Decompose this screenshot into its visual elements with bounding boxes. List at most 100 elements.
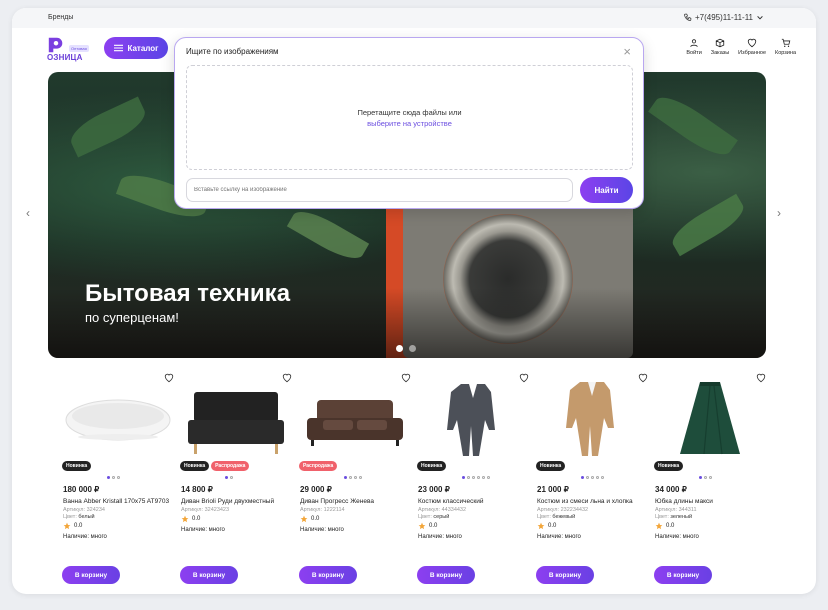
image-dot[interactable] [581,476,584,479]
find-button[interactable]: Найти [580,177,633,203]
logo-word: ОЗНИЦА [47,53,83,62]
image-dot[interactable] [704,476,707,479]
product-availability: Наличие: много [300,527,344,533]
product-card[interactable]: Новинка 180 000 ₽ Ванна Abber Kristall 1… [62,368,174,594]
product-image-pager [581,476,604,479]
image-dot[interactable] [699,476,702,479]
image-dot[interactable] [462,476,465,479]
product-card[interactable]: Новинка 34 000 ₽ Юбка длины макси Артику… [654,368,766,594]
product-rating: 0.0 [418,522,530,531]
image-dot[interactable] [467,476,470,479]
star-icon [63,522,71,529]
product-image-sofa-black[interactable] [180,380,292,456]
product-color: Цвет: серый [418,513,450,520]
product-info: Костюм классический Артикул: 44334432 Цв… [418,498,530,542]
product-list: Новинка 180 000 ₽ Ванна Abber Kristall 1… [62,368,780,594]
add-to-cart-button[interactable]: В корзину [654,566,712,584]
image-dot[interactable] [487,476,490,479]
image-url-input[interactable] [186,178,573,202]
image-dot[interactable] [601,476,604,479]
product-name[interactable]: Костюм из смеси льна и хлопка [537,498,649,507]
product-badge-new: Новинка [536,461,566,471]
product-price: 34 000 ₽ [655,485,687,494]
image-dot[interactable] [482,476,485,479]
product-sku: Артикул: 324234 [63,506,105,513]
image-dot[interactable] [225,476,228,479]
add-to-cart-button[interactable]: В корзину [417,566,475,584]
image-dot[interactable] [112,476,115,479]
add-to-cart-button[interactable]: В корзину [180,566,238,584]
image-dot[interactable] [230,476,233,479]
product-sku: Артикул: 44334432 [418,506,467,513]
phone-number: +7(495)11-11-11 [694,13,753,22]
image-dot[interactable] [596,476,599,479]
heart-icon [747,38,757,48]
image-dot[interactable] [117,476,120,479]
choose-file-link[interactable]: выберите на устройстве [187,119,632,128]
product-sku: Артикул: 232234432 [537,506,589,513]
product-image-skirt-green[interactable] [654,380,766,456]
hero-pagination [396,345,416,352]
add-to-cart-button[interactable]: В корзину [62,566,120,584]
product-name[interactable]: Юбка длины макси [655,498,767,507]
image-dot[interactable] [709,476,712,479]
cart-button[interactable]: Корзина [775,38,796,56]
star-icon [181,515,189,522]
product-name[interactable]: Диван Brioli Руди двухместный [181,498,293,507]
star-icon [418,522,426,529]
add-to-cart-button[interactable]: В корзину [299,566,357,584]
image-dot[interactable] [591,476,594,479]
add-to-cart-button[interactable]: В корзину [536,566,594,584]
product-card[interactable]: Распродажа 29 000 ₽ Диван Прогресс Женев… [299,368,411,594]
close-icon[interactable]: × [623,44,631,59]
star-icon [300,515,308,522]
favorites-label: Избранное [738,50,767,56]
hero-subtitle: по суперценам! [85,310,179,325]
product-badges: Новинка [62,461,92,471]
orders-button[interactable]: Заказы [711,38,729,56]
favorites-button[interactable]: Избранное [738,38,766,56]
phone-icon [684,13,692,21]
logo[interactable]: Оптовая ОЗНИЦА [47,36,91,62]
login-button[interactable]: Войти [686,38,702,56]
product-name[interactable]: Костюм классический [418,498,530,507]
image-dot[interactable] [359,476,362,479]
login-label: Войти [686,50,702,56]
brands-link[interactable]: Бренды [48,14,73,21]
product-image-sofa-brown[interactable] [299,380,411,456]
hero-dot[interactable] [396,345,403,352]
catalog-label: Каталог [127,43,159,53]
image-dot[interactable] [344,476,347,479]
image-dot[interactable] [586,476,589,479]
product-image-bathtub[interactable] [62,380,174,456]
product-card[interactable]: Новинка 21 000 ₽ Костюм из смеси льна и … [536,368,648,594]
product-name[interactable]: Диван Прогресс Женева [300,498,412,507]
product-card[interactable]: Новинка 23 000 ₽ Костюм классический Арт… [417,368,529,594]
plant-leaf [65,96,151,158]
image-dot[interactable] [107,476,110,479]
product-image-suit-grey[interactable] [417,380,529,456]
file-dropzone[interactable]: Перетащите сюда файлы или выберите на ус… [186,65,633,170]
phone-selector[interactable]: +7(495)11-11-11 [683,13,764,22]
product-badges: Новинка Распродажа [180,461,250,471]
image-dot[interactable] [477,476,480,479]
carousel-next-icon[interactable]: › [777,206,781,220]
product-rating: 0.0 [655,522,767,531]
image-dot[interactable] [472,476,475,479]
product-image-suit-beige[interactable] [536,380,648,456]
dropzone-text: Перетащите сюда файлы или [357,108,462,117]
image-dot[interactable] [349,476,352,479]
star-icon [655,522,663,529]
image-dot[interactable] [354,476,357,479]
product-rating: 0.0 [63,522,175,531]
product-card[interactable]: Новинка Распродажа 14 800 ₽ Диван Brioli … [180,368,292,594]
star-icon [537,522,545,529]
product-badge-new: Новинка [654,461,684,471]
catalog-button[interactable]: Каталог [104,37,168,59]
product-badges: Новинка [654,461,684,471]
carousel-prev-icon[interactable]: ‹ [26,206,30,220]
hero-dot[interactable] [409,345,416,352]
product-name[interactable]: Ванна Abber Kristall 170x75 AT9703 [63,498,175,507]
menu-icon [113,44,123,52]
product-info: Ванна Abber Kristall 170x75 AT9703 Артик… [63,498,175,542]
